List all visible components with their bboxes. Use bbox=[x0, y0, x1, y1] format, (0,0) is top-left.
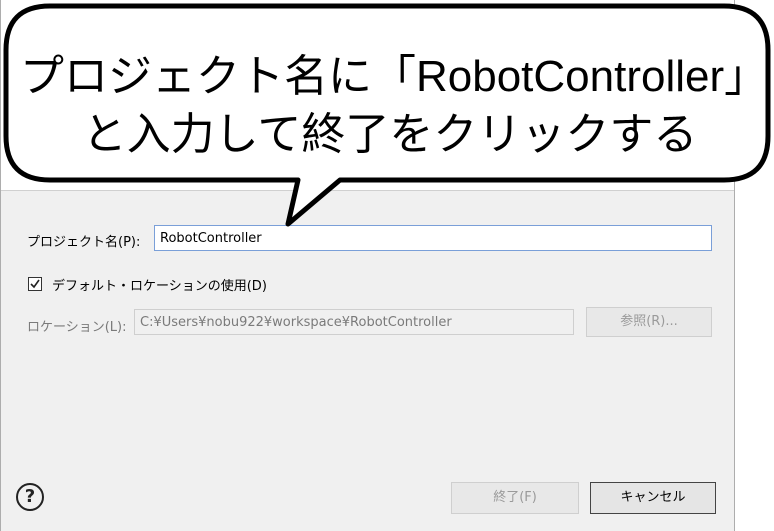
callout-line-1: プロジェクト名に「RobotController」 bbox=[20, 52, 769, 101]
finish-button[interactable]: 終了(F) bbox=[451, 482, 579, 514]
default-location-checkbox[interactable] bbox=[28, 277, 42, 291]
location-label: ロケーション(L): bbox=[27, 320, 127, 335]
checkmark-icon bbox=[30, 279, 40, 289]
callout-line-2: と入力して終了をクリックする bbox=[82, 110, 698, 159]
location-input[interactable] bbox=[134, 309, 574, 335]
question-circle-icon[interactable]: ? bbox=[16, 483, 44, 511]
browse-button[interactable]: 参照(R)... bbox=[586, 307, 712, 337]
cancel-button[interactable]: キャンセル bbox=[590, 482, 716, 514]
default-location-label: デフォルト・ロケーションの使用(D) bbox=[52, 279, 267, 294]
